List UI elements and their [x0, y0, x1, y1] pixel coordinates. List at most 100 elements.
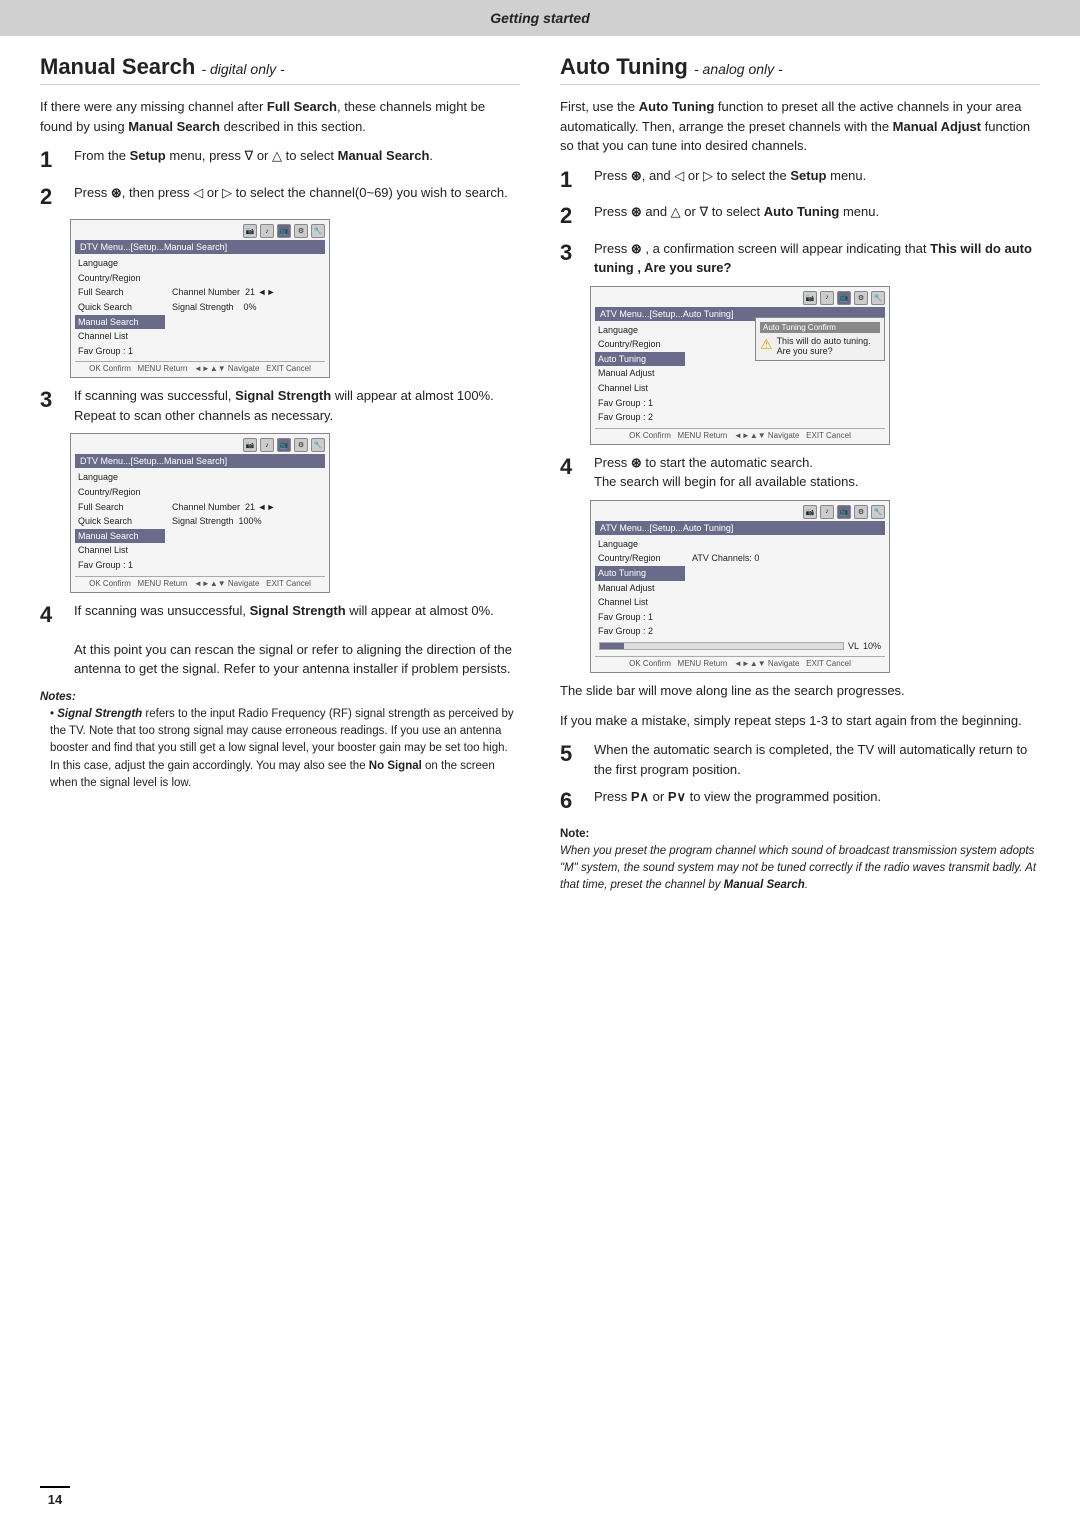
screen-row-highlight: Manual Search [75, 529, 165, 544]
icon-music: ♪ [820, 505, 834, 519]
screen-row: ATV Channels: 0 [689, 551, 885, 566]
icon-settings: ⚙ [294, 438, 308, 452]
screen-row: Country/Region [75, 271, 165, 286]
screen-row: Quick Search [75, 514, 165, 529]
screen-row: Country/Region [595, 337, 685, 352]
screen-row: Full Search [75, 285, 165, 300]
icon-settings: ⚙ [854, 291, 868, 305]
auto-tuning-title: Auto Tuning - analog only - [560, 54, 1040, 85]
notes-section: Notes: Signal Strength refers to the inp… [40, 689, 520, 793]
step-3: 3 If scanning was successful, Signal Str… [40, 386, 520, 425]
at-step-5: 5 When the automatic search is completed… [560, 740, 1040, 779]
screen-row [689, 381, 885, 396]
screen-row: Language [595, 323, 685, 338]
atv-screen1-footer: OK Confirm MENU Return ◄►▲▼ Navigate EXI… [595, 428, 885, 440]
at-step-1: 1 Press ⊛, and ◁ or ▷ to select the Setu… [560, 166, 1040, 195]
manual-search-title: Manual Search - digital only - [40, 54, 520, 85]
screen1-header: DTV Menu...[Setup...Manual Search] [75, 240, 325, 254]
screen-row: Fav Group : 2 [595, 410, 685, 425]
screen1-footer: OK Confirm MENU Return ◄►▲▼ Navigate EXI… [75, 361, 325, 373]
screen-row: Language [75, 256, 165, 271]
step-4: 4 If scanning was unsuccessful, Signal S… [40, 601, 520, 679]
icon-cam: 📷 [803, 291, 817, 305]
confirm-dialog-body: ⚠ This will do auto tuning.Are you sure? [760, 336, 880, 356]
manual-search-intro: If there were any missing channel after … [40, 97, 520, 136]
confirm-dialog-title: Auto Tuning Confirm [760, 322, 880, 333]
icon-cam: 📷 [243, 224, 257, 238]
icon-music: ♪ [260, 438, 274, 452]
progress-label: VL [848, 641, 859, 651]
screen-row [169, 329, 325, 344]
screen-row [689, 624, 885, 639]
icon-wrench: 🔧 [311, 224, 325, 238]
screen-row: Signal Strength 100% [169, 514, 325, 529]
screen-row: Fav Group : 1 [595, 610, 685, 625]
screen-row: Channel List [75, 543, 165, 558]
icon-settings: ⚙ [294, 224, 308, 238]
atv-screen-1: 📷 ♪ 📺 ⚙ 🔧 ATV Menu...[Setup...Auto Tunin… [590, 286, 890, 445]
screen-row-highlight: Auto Tuning [595, 352, 685, 367]
auto-tuning-intro: First, use the Auto Tuning function to p… [560, 97, 1040, 156]
screen-row [169, 558, 325, 573]
screen-row-highlight: Manual Search [75, 315, 165, 330]
screen-row [689, 566, 885, 581]
screen-row: Fav Group : 1 [595, 396, 685, 411]
screen-row [169, 256, 325, 271]
progress-note-1: The slide bar will move along line as th… [560, 681, 1040, 701]
icon-music: ♪ [820, 291, 834, 305]
dtv-screen-1: 📷 ♪ 📺 ⚙ 🔧 DTV Menu...[Setup...Manual Sea… [70, 219, 330, 378]
icon-music: ♪ [260, 224, 274, 238]
screen-row: Channel Number 21 ◄► [169, 500, 325, 515]
icon-cam: 📷 [243, 438, 257, 452]
screen-row [689, 410, 885, 425]
confirm-text: This will do auto tuning.Are you sure? [777, 336, 871, 356]
screen-row: Channel Number 21 ◄► [169, 285, 325, 300]
progress-row: VL 10% [595, 639, 885, 653]
screen-row: Quick Search [75, 300, 165, 315]
progress-bg [599, 642, 844, 650]
auto-tuning-section: Auto Tuning - analog only - First, use t… [560, 54, 1040, 895]
screen-row [689, 610, 885, 625]
screen-row: Signal Strength 0% [169, 300, 325, 315]
at-step-3: 3 Press ⊛ , a confirmation screen will a… [560, 239, 1040, 278]
screen-row [689, 581, 885, 596]
notes-title: Notes: [40, 689, 520, 706]
atv-screen2-header: ATV Menu...[Setup...Auto Tuning] [595, 521, 885, 535]
screen2-footer: OK Confirm MENU Return ◄►▲▼ Navigate EXI… [75, 576, 325, 588]
screen-row [689, 366, 885, 381]
confirm-dialog: Auto Tuning Confirm ⚠ This will do auto … [755, 317, 885, 361]
icon-settings: ⚙ [854, 505, 868, 519]
at-step-4: 4 Press ⊛ to start the automatic search.… [560, 453, 1040, 492]
icon-tv: 📺 [277, 438, 291, 452]
icon-cam: 📷 [803, 505, 817, 519]
page-number: 14 [40, 1486, 70, 1507]
progress-percent: 10% [863, 641, 881, 651]
icon-tv: 📺 [837, 505, 851, 519]
progress-fill [600, 643, 624, 649]
icon-wrench: 🔧 [871, 291, 885, 305]
manual-search-section: Manual Search - digital only - If there … [40, 54, 520, 895]
atv-screen-2: 📷 ♪ 📺 ⚙ 🔧 ATV Menu...[Setup...Auto Tunin… [590, 500, 890, 673]
screen-row: Fav Group : 2 [595, 624, 685, 639]
screen-row: Fav Group : 1 [75, 344, 165, 359]
screen-row [169, 485, 325, 500]
screen-row: Full Search [75, 500, 165, 515]
auto-tuning-note: Note: When you preset the program channe… [560, 826, 1040, 895]
screen-row: Country/Region [595, 551, 685, 566]
step-1: 1 From the Setup menu, press ∇ or △ to s… [40, 146, 520, 175]
screen-row-highlight: Auto Tuning [595, 566, 685, 581]
icon-wrench: 🔧 [871, 505, 885, 519]
dtv-screen-2: 📷 ♪ 📺 ⚙ 🔧 DTV Menu...[Setup...Manual Sea… [70, 433, 330, 592]
screen2-header: DTV Menu...[Setup...Manual Search] [75, 454, 325, 468]
screen-row [689, 595, 885, 610]
note-item: Signal Strength refers to the input Radi… [50, 706, 520, 792]
screen-row: Fav Group : 1 [75, 558, 165, 573]
note-label: Note: [560, 828, 589, 840]
screen-row: Country/Region [75, 485, 165, 500]
step-2: 2 Press ⊛, then press ◁ or ▷ to select t… [40, 183, 520, 212]
screen-row: Channel List [595, 595, 685, 610]
screen-row [689, 537, 885, 552]
screen-row [169, 344, 325, 359]
atv-screen2-footer: OK Confirm MENU Return ◄►▲▼ Navigate EXI… [595, 656, 885, 668]
screen-row [169, 529, 325, 544]
